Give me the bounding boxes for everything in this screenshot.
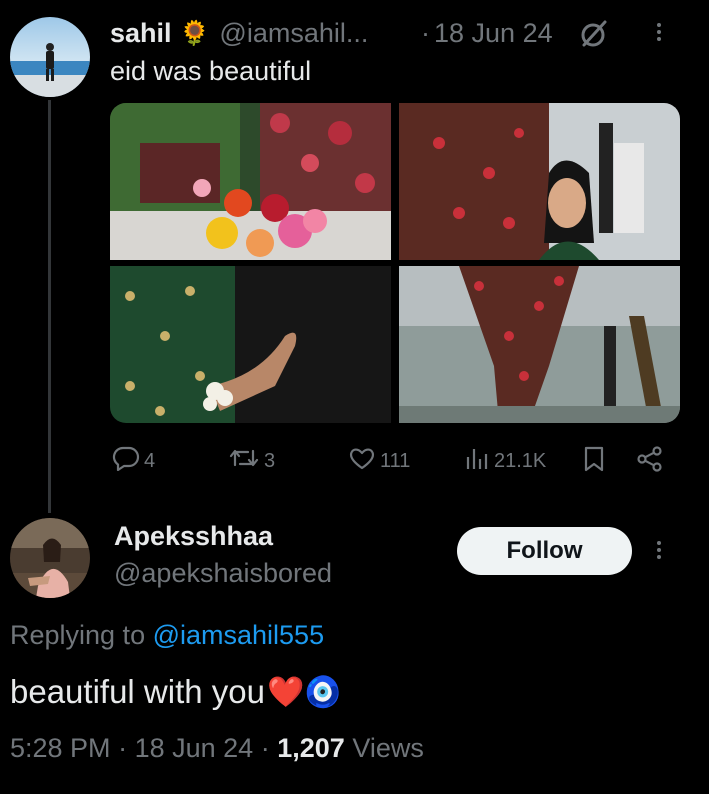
reply-action[interactable]: 4	[112, 445, 155, 477]
like-icon	[348, 445, 376, 477]
tweet-header: sahil 🌻 @iamsahil...	[110, 16, 368, 50]
tweet-date[interactable]: 18 Jun 24	[434, 18, 553, 49]
tweet-actions: 4 3 111 21.1K	[112, 445, 672, 475]
share-icon[interactable]	[636, 445, 664, 473]
separator: ·	[118, 733, 128, 763]
reply-views-label: Views	[352, 733, 424, 763]
reply-author-avatar[interactable]	[10, 518, 90, 598]
tweet-meta: · 18 Jun 24	[421, 16, 553, 50]
replying-prefix: Replying to	[10, 620, 153, 650]
reply-views-count: 1,207	[277, 733, 345, 763]
separator: ·	[260, 733, 270, 763]
reply-author-name[interactable]: Apeksshhaa	[114, 521, 273, 552]
views-icon	[464, 445, 490, 477]
views-action[interactable]: 21.1K	[464, 445, 546, 477]
author-handle[interactable]: @iamsahil...	[219, 18, 368, 49]
bookmark-icon[interactable]	[582, 445, 606, 473]
sunflower-emoji: 🌻	[179, 19, 210, 47]
reply-date[interactable]: 18 Jun 24	[135, 733, 254, 763]
replying-handle[interactable]: @iamsahil555	[153, 620, 325, 650]
like-action[interactable]: 111	[348, 445, 410, 477]
reply-count: 4	[144, 449, 156, 472]
photo-portrait[interactable]	[399, 103, 680, 260]
replying-to: Replying to @iamsahil555	[10, 620, 324, 651]
photo-flowers[interactable]	[110, 103, 391, 260]
author-name[interactable]: sahil	[110, 18, 172, 49]
more-icon[interactable]	[657, 23, 661, 41]
photo-hands[interactable]	[110, 266, 391, 423]
photo-grid	[110, 103, 680, 423]
reply-text: beautiful with you ❤️🧿	[10, 673, 342, 711]
reply-icon	[112, 445, 140, 477]
reply-text-emojis: ❤️🧿	[267, 675, 342, 709]
reply-author-handle[interactable]: @apekshaisbored	[114, 558, 332, 589]
follow-button[interactable]: Follow	[457, 527, 632, 575]
reply-text-content: beautiful with you	[10, 673, 265, 710]
like-count: 111	[380, 449, 411, 472]
photo-tree[interactable]	[399, 266, 680, 423]
tweet-text: eid was beautiful	[110, 56, 312, 86]
reply-time[interactable]: 5:28 PM	[10, 733, 111, 763]
views-count: 21.1K	[494, 449, 547, 472]
repost-count: 3	[264, 449, 276, 472]
separator: ·	[421, 17, 430, 48]
reply-meta: 5:28 PM · 18 Jun 24 · 1,207 Views	[10, 733, 424, 764]
thread-line	[48, 100, 51, 513]
repost-action[interactable]: 3	[228, 445, 275, 477]
repost-icon	[228, 445, 260, 477]
author-avatar[interactable]	[10, 17, 90, 97]
reply-more-icon[interactable]	[657, 541, 661, 559]
grok-icon[interactable]	[578, 18, 610, 50]
